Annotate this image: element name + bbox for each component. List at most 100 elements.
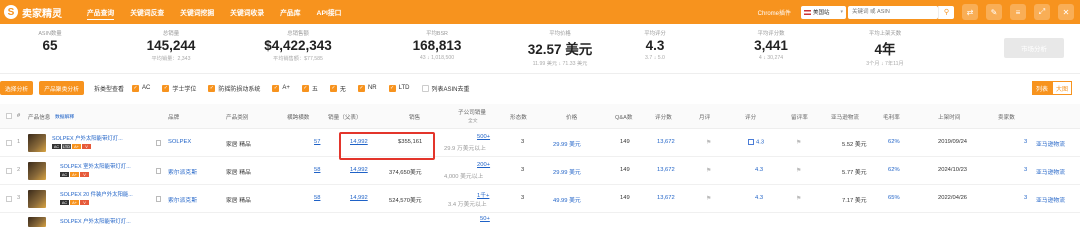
col-shipping[interactable]: 亚马逊物流 [831,113,859,121]
product-thumbnail[interactable] [28,134,46,152]
search-input[interactable] [848,5,938,19]
tools-icon[interactable]: ✎ [986,4,1002,20]
list-view-toggle[interactable]: 列表 [1032,81,1052,95]
rating-link[interactable]: 4.3 [755,195,763,201]
market-analysis-button[interactable]: 市场分析 [1004,38,1064,58]
brand-link[interactable]: SOLPEX [168,139,191,145]
col-price[interactable]: 价格 [566,113,577,121]
product-title[interactable]: SOLPEX 户外太阳能带灯灯... [60,217,131,225]
grid-view-toggle[interactable]: 大图 [1052,81,1072,95]
nav-keyword-mining[interactable]: 关键词挖掘 [172,0,222,24]
fulfillment-link[interactable]: 亚马逊物流 [1036,167,1065,176]
flag-icon: ⚑ [706,140,712,146]
rating-link[interactable]: 4.3 [755,167,763,173]
sub-units-link[interactable]: 200+ [477,162,490,168]
col-sellers[interactable]: 形态数 [510,113,527,121]
row-checkbox[interactable] [6,140,12,146]
rating-link[interactable]: 4.3 [748,139,764,146]
table-row[interactable]: SOLPEX 户外太阳能带灯灯... 50+ [0,213,1080,227]
col-product[interactable]: 产品信息 [28,113,50,121]
nav-product-query[interactable]: 产品查询 [79,0,122,24]
logo[interactable]: S 卖家精灵 [4,5,74,20]
brand-link[interactable]: 索尔派克斯 [168,167,197,176]
filter-check-nr[interactable]: ✓ NR [357,84,377,92]
col-variants[interactable]: 横跨横数 [287,113,309,121]
nav-product-library[interactable]: 产品库 [272,0,308,24]
reviews-link[interactable]: 13,672 [657,167,675,173]
col-reviews[interactable]: 评分数 [655,113,672,121]
col-monthly[interactable]: 月评 [699,113,710,121]
units-link[interactable]: 14,992 [350,167,368,173]
filter-check-dedupe[interactable]: 列表ASIN去重 [421,84,470,93]
sub-units-link[interactable]: 1千+ [477,190,489,199]
product-thumbnail[interactable] [28,217,46,227]
reviews-link[interactable]: 13,672 [657,139,675,145]
product-title[interactable]: SOLPEX 室外太阳能带灯灯... [60,162,131,170]
nav-api[interactable]: API接口 [309,0,350,24]
col-revenue[interactable]: 销售 [409,113,420,121]
close-icon[interactable]: ✕ [1058,4,1074,20]
col-margin[interactable]: 毛利率 [883,113,900,121]
price-link[interactable]: 29.99 美元 [553,167,581,176]
price-link[interactable]: 29.99 美元 [553,139,581,148]
margin-link[interactable]: 62% [888,167,900,173]
view-by-type-link[interactable]: 拆类型查看 [94,84,124,93]
price-link[interactable]: 49.99 美元 [553,195,581,204]
document-icon[interactable] [156,140,161,146]
product-title[interactable]: SOLPEX 户外太阳能带灯灯... [52,134,123,142]
sub-units-link[interactable]: 500+ [477,134,490,140]
col-rating-rate[interactable]: 留评率 [791,113,808,121]
seller-count-link[interactable]: 3 [1024,139,1027,145]
units-link[interactable]: 14,992 [350,195,368,201]
chrome-extension-link[interactable]: Chrome插件 [758,8,791,17]
translate-icon[interactable]: ⇄ [962,4,978,20]
cluster-analysis-button[interactable]: 产品聚类分析 [39,81,84,95]
filter-check-aplus[interactable]: ✓ A+ [272,84,290,92]
col-qa[interactable]: Q&A数 [615,113,632,121]
product-title[interactable]: SOLPEX 20 件装户外太阳能... [60,190,133,198]
col-seller-count[interactable]: 卖家数 [998,113,1015,121]
search-icon[interactable]: ⚲ [938,5,954,19]
menu-icon[interactable]: ≡ [1010,4,1026,20]
expand-icon[interactable]: ⤢ [1034,4,1050,20]
reviews-link[interactable]: 13,672 [657,195,675,201]
product-thumbnail[interactable] [28,190,46,208]
fulfillment-link[interactable]: 亚马逊物流 [1036,139,1065,148]
check-label: A+ [282,85,290,91]
row-checkbox[interactable] [6,196,12,202]
margin-link[interactable]: 62% [888,139,900,145]
variants-link[interactable]: 58 [314,195,320,201]
select-analysis-button[interactable]: 选择分析 [0,81,34,95]
col-date[interactable]: 上架时间 [938,113,960,121]
filter-check-degree[interactable]: ✓ 学士学位 [162,84,196,93]
nav-keyword-index[interactable]: 关键词收录 [222,0,272,24]
filter-check-five[interactable]: ✓ 五 [301,84,318,93]
row-checkbox[interactable] [6,168,12,174]
document-icon[interactable] [156,168,161,174]
filter-check-ac[interactable]: ✓ AC [132,84,150,92]
data-explain-link[interactable]: 数据解释 [55,113,74,120]
filter-check-ltd[interactable]: ✓ LTD [388,84,410,92]
variants-link[interactable]: 58 [314,167,320,173]
col-rating[interactable]: 评分 [745,113,756,121]
fulfillment-link[interactable]: 亚马逊物流 [1036,195,1065,204]
product-thumbnail[interactable] [28,162,46,180]
qa-text: 149 [620,195,630,201]
document-icon[interactable] [156,196,161,202]
seller-count-link[interactable]: 3 [1024,195,1027,201]
brand-link[interactable]: 索尔派克斯 [168,195,197,204]
filter-check-none[interactable]: ✓ 无 [329,84,346,93]
table-row[interactable]: 1 SOLPEX 户外太阳能带灯灯... AC LTD A+ V SOLPEX 家居 … [0,129,1080,157]
region-select[interactable]: 美国站 ▾ [801,5,846,19]
col-sub-units[interactable]: 子公司销量 [458,108,486,116]
variants-link[interactable]: 57 [314,139,320,145]
table-row[interactable]: 3 SOLPEX 20 件装户外太阳能... AC A+ V 索尔派克斯 家居 精品… [0,185,1080,213]
seller-count-link[interactable]: 3 [1024,167,1027,173]
nav-keyword-reverse[interactable]: 关键词反查 [122,0,172,24]
select-all-checkbox[interactable] [6,113,12,119]
margin-link[interactable]: 65% [888,195,900,201]
table-row[interactable]: 2 SOLPEX 室外太阳能带灯灯... AC A+ V 索尔派克斯 家居 精品 5… [0,157,1080,185]
col-units[interactable]: 销量（父表） [328,113,362,121]
filter-check-anti-shake[interactable]: ✓ 防摇防损动系统 [208,84,260,93]
sub-units-link[interactable]: 50+ [480,216,490,222]
